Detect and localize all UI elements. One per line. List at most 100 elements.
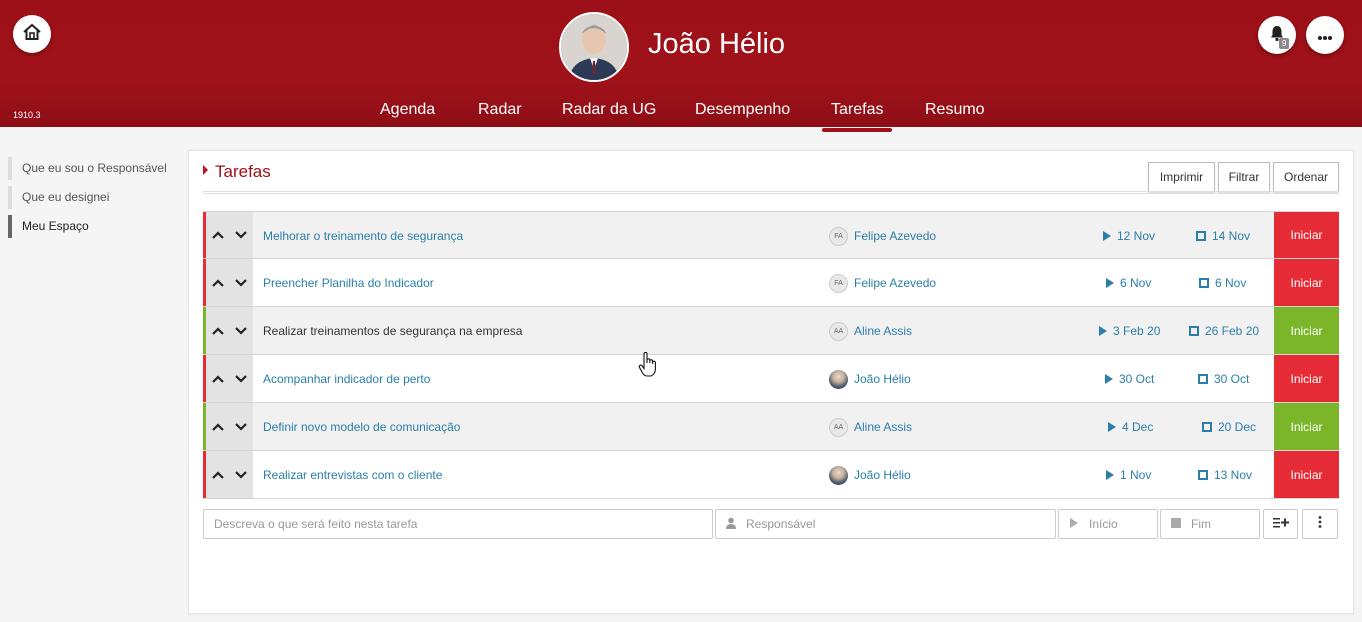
move-down-icon[interactable] — [234, 372, 248, 386]
task-title[interactable]: Realizar entrevistas com o cliente — [263, 468, 442, 482]
start-task-button[interactable]: Iniciar — [1274, 307, 1339, 354]
notification-count-badge: 9 — [1279, 38, 1290, 49]
play-icon — [1099, 326, 1107, 336]
task-row[interactable]: Acompanhar indicador de perto João Hélio… — [203, 355, 1339, 403]
task-end-date[interactable]: 26 Feb 20 — [1189, 324, 1259, 338]
tab-tarefas[interactable]: Tarefas — [831, 101, 883, 119]
sidebar-item-meu-espaco[interactable]: Meu Espaço — [8, 215, 180, 244]
move-up-icon[interactable] — [211, 372, 225, 386]
filter-button[interactable]: Filtrar — [1218, 162, 1270, 192]
tab-radar[interactable]: Radar — [478, 101, 522, 119]
start-task-button[interactable]: Iniciar — [1274, 403, 1339, 450]
task-title[interactable]: Acompanhar indicador de perto — [263, 372, 430, 386]
start-task-button[interactable]: Iniciar — [1274, 212, 1339, 258]
move-up-icon[interactable] — [211, 276, 225, 290]
task-start-date[interactable]: 4 Dec — [1108, 420, 1153, 434]
task-responsible[interactable]: FA Felipe Azevedo — [829, 273, 936, 293]
reorder-controls — [206, 212, 253, 258]
tab-agenda[interactable]: Agenda — [380, 101, 435, 119]
move-up-icon[interactable] — [211, 228, 225, 242]
sidebar-item-marker — [8, 157, 12, 180]
start-date-input[interactable]: Início — [1058, 509, 1158, 539]
notifications-button[interactable]: 9 — [1258, 16, 1296, 54]
task-end-date[interactable]: 14 Nov — [1196, 229, 1250, 243]
task-title[interactable]: Definir novo modelo de comunicação — [263, 420, 460, 434]
stop-icon — [1198, 374, 1208, 384]
panel-title[interactable]: Tarefas — [203, 162, 271, 182]
start-date-value: 30 Oct — [1119, 372, 1155, 386]
responsible-input[interactable]: Responsável — [715, 509, 1056, 539]
task-row[interactable]: Realizar treinamentos de segurança na em… — [203, 307, 1339, 355]
sidebar: Que eu sou o Responsável Que eu designei… — [8, 157, 180, 244]
sidebar-item-responsavel[interactable]: Que eu sou o Responsável — [8, 157, 180, 186]
start-task-button[interactable]: Iniciar — [1274, 355, 1339, 402]
task-responsible[interactable]: AA Aline Assis — [829, 321, 912, 341]
task-row[interactable]: Definir novo modelo de comunicação AA Al… — [203, 403, 1339, 451]
reorder-controls — [206, 307, 253, 354]
reorder-controls — [206, 403, 253, 450]
avatar: AA — [829, 321, 848, 341]
end-date-value: 14 Nov — [1212, 229, 1251, 243]
task-end-date[interactable]: 6 Nov — [1199, 276, 1246, 290]
task-end-date[interactable]: 30 Oct — [1198, 372, 1249, 386]
task-end-date[interactable]: 20 Dec — [1202, 420, 1256, 434]
move-down-icon[interactable] — [234, 468, 248, 482]
task-start-date[interactable]: 6 Nov — [1106, 276, 1151, 290]
sidebar-item-designei[interactable]: Que eu designei — [8, 186, 180, 215]
play-icon — [1106, 470, 1114, 480]
sidebar-item-marker — [8, 215, 12, 238]
start-task-button[interactable]: Iniciar — [1274, 259, 1339, 306]
task-end-date[interactable]: 13 Nov — [1198, 468, 1252, 482]
task-responsible[interactable]: João Hélio — [829, 369, 911, 389]
avatar — [829, 465, 848, 485]
user-avatar[interactable] — [559, 12, 629, 82]
end-date-value: 30 Oct — [1214, 372, 1250, 386]
task-row[interactable]: Realizar entrevistas com o cliente João … — [203, 451, 1339, 499]
more-options-button[interactable] — [1306, 16, 1344, 54]
task-responsible[interactable]: João Hélio — [829, 465, 911, 485]
move-up-icon[interactable] — [211, 324, 225, 338]
move-down-icon[interactable] — [234, 420, 248, 434]
task-title[interactable]: Melhorar o treinamento de segurança — [263, 229, 463, 243]
task-title[interactable]: Realizar treinamentos de segurança na em… — [263, 324, 522, 338]
sort-button[interactable]: Ordenar — [1273, 162, 1339, 192]
task-row[interactable]: Melhorar o treinamento de segurança FA F… — [203, 211, 1339, 259]
task-title[interactable]: Preencher Planilha do Indicador — [263, 276, 434, 290]
play-icon — [1106, 278, 1114, 288]
move-up-icon[interactable] — [211, 420, 225, 434]
move-down-icon[interactable] — [234, 228, 248, 242]
move-down-icon[interactable] — [234, 324, 248, 338]
user-icon — [726, 517, 736, 532]
stop-icon — [1198, 470, 1208, 480]
task-row[interactable]: Preencher Planilha do Indicador FA Felip… — [203, 259, 1339, 307]
tab-desempenho[interactable]: Desempenho — [695, 101, 790, 119]
tab-resumo[interactable]: Resumo — [925, 101, 985, 119]
more-form-options-button[interactable] — [1302, 509, 1338, 539]
main-nav: Agenda Radar Radar da UG Desempenho Tare… — [0, 101, 1362, 127]
print-button[interactable]: Imprimir — [1148, 162, 1215, 192]
task-start-date[interactable]: 3 Feb 20 — [1099, 324, 1160, 338]
stop-icon — [1189, 326, 1199, 336]
start-date-value: 4 Dec — [1122, 420, 1154, 434]
move-up-icon[interactable] — [211, 468, 225, 482]
task-description-input[interactable]: Descreva o que será feito nesta tarefa — [203, 509, 713, 539]
panel-title-text: Tarefas — [215, 162, 271, 181]
start-date-value: 6 Nov — [1120, 276, 1152, 290]
add-task-button[interactable] — [1263, 509, 1298, 539]
move-down-icon[interactable] — [234, 276, 248, 290]
task-responsible[interactable]: FA Felipe Azevedo — [829, 226, 936, 246]
tab-radar-da-ug[interactable]: Radar da UG — [562, 101, 656, 119]
avatar — [829, 369, 848, 389]
task-start-date[interactable]: 1 Nov — [1106, 468, 1151, 482]
end-date-input[interactable]: Fim — [1160, 509, 1260, 539]
active-tab-indicator — [822, 128, 892, 132]
responsible-name: Aline Assis — [854, 420, 913, 434]
home-icon — [22, 22, 42, 47]
task-responsible[interactable]: AA Aline Assis — [829, 417, 912, 437]
task-start-date[interactable]: 12 Nov — [1103, 229, 1155, 243]
home-button[interactable] — [13, 15, 51, 53]
task-start-date[interactable]: 30 Oct — [1105, 372, 1154, 386]
new-task-form: Descreva o que será feito nesta tarefa R… — [203, 509, 1339, 539]
start-task-button[interactable]: Iniciar — [1274, 451, 1339, 498]
sidebar-item-label: Meu Espaço — [22, 219, 89, 233]
